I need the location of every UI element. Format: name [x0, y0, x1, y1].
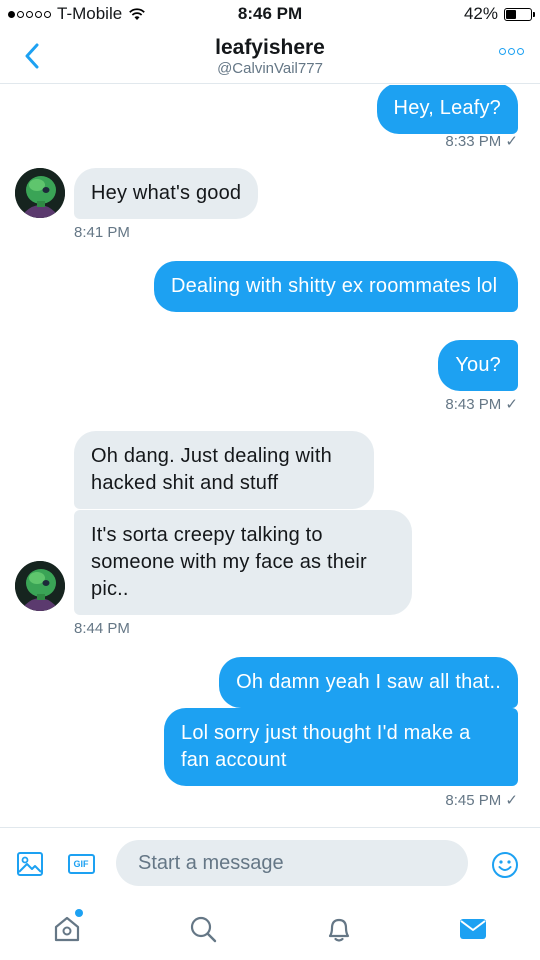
incoming-message[interactable]: It's sorta creepy talking to someone wit… — [74, 510, 412, 615]
outgoing-message[interactable]: Oh damn yeah I saw all that.. — [219, 657, 518, 708]
tab-home[interactable] — [47, 909, 87, 947]
message-timestamp: 8:41 PM — [74, 224, 130, 241]
home-icon — [54, 916, 80, 942]
tab-bar — [0, 897, 540, 960]
emoji-button[interactable] — [490, 850, 520, 880]
image-icon — [17, 852, 43, 876]
tab-search[interactable] — [183, 911, 223, 947]
tab-notifications[interactable] — [319, 911, 359, 947]
notifications-bell-icon — [328, 918, 350, 942]
outgoing-message[interactable]: Lol sorry just thought I'd make a fan ac… — [164, 708, 518, 786]
message-timestamp: 8:44 PM — [74, 620, 130, 637]
status-bar: T-Mobile 8:46 PM 42% — [0, 0, 540, 28]
gif-icon: GIF — [67, 854, 95, 874]
battery-percent: 42% — [463, 4, 498, 23]
message-timestamp: 8:45 PM ✓ — [445, 792, 518, 809]
more-dot-icon — [499, 48, 506, 55]
add-photo-button[interactable] — [15, 850, 45, 878]
battery-icon — [504, 7, 535, 21]
avatar-image — [15, 561, 65, 611]
avatar[interactable] — [15, 168, 65, 218]
outgoing-message[interactable]: You? — [438, 340, 518, 391]
gif-button[interactable]: GIF — [66, 852, 96, 876]
conversation-handle: @CalvinVail777 — [217, 60, 323, 77]
message-input[interactable] — [116, 840, 468, 886]
incoming-message[interactable]: Hey what's good — [74, 168, 259, 219]
avatar-image — [15, 168, 65, 218]
home-notification-dot — [75, 909, 83, 917]
incoming-message[interactable]: Oh dang. Just dealing with hacked shit a… — [74, 431, 374, 509]
outgoing-message[interactable]: Dealing with shitty ex roommates lol — [154, 261, 518, 312]
smiley-icon — [492, 852, 518, 878]
outgoing-message[interactable]: Hey, Leafy? — [376, 85, 518, 134]
message-timestamp: 8:43 PM ✓ — [445, 396, 518, 413]
status-time: 8:46 PM — [237, 4, 303, 23]
more-options-button[interactable] — [499, 48, 524, 55]
message-composer: GIF — [0, 827, 540, 897]
message-timestamp: 8:33 PM ✓ — [445, 133, 518, 150]
conversation-title[interactable]: leafyishere — [0, 36, 540, 60]
search-icon — [190, 916, 217, 943]
more-dot-icon — [508, 48, 515, 55]
message-thread[interactable]: Hey, Leafy? 8:33 PM ✓ Hey what's good 8:… — [0, 85, 540, 827]
more-dot-icon — [517, 48, 524, 55]
battery-info: 42% — [463, 4, 535, 24]
avatar[interactable] — [15, 561, 65, 611]
tab-messages[interactable] — [453, 911, 493, 947]
messages-envelope-icon — [460, 919, 486, 939]
conversation-header: leafyishere @CalvinVail777 — [0, 28, 540, 84]
